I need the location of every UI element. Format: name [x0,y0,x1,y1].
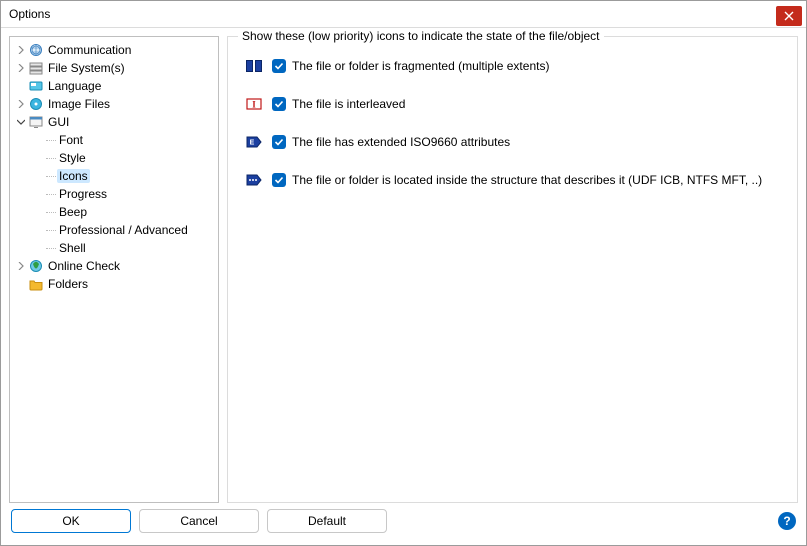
tree-label: Progress [57,187,109,201]
tree-item-imagefiles[interactable]: Image Files [12,95,216,113]
checkbox-iso9660[interactable] [272,135,286,149]
tree-label: Folders [46,277,90,291]
tree-item-onlinecheck[interactable]: Online Check [12,257,216,275]
svg-text:E: E [250,140,255,147]
titlebar: Options [1,1,806,28]
option-inside-structure: The file or folder is located inside the… [246,173,787,187]
tree-label: Font [57,133,85,147]
tree-label: Communication [46,43,133,57]
tree-item-style[interactable]: Style [12,149,216,167]
tree-item-professional-advanced[interactable]: Professional / Advanced [12,221,216,239]
imagefiles-icon [28,96,44,112]
tree-label: Image Files [46,97,112,111]
tree-label: Style [57,151,88,165]
onlinecheck-icon [28,258,44,274]
dialog-button-bar: OK Cancel Default ? [1,503,806,545]
tree-label: Professional / Advanced [57,223,190,237]
option-label: The file or folder is fragmented (multip… [292,59,549,73]
svg-text:I: I [252,100,256,110]
option-interleaved: I The file is interleaved [246,97,787,111]
ok-button[interactable]: OK [11,509,131,533]
chevron-right-icon[interactable] [14,43,28,57]
option-fragmented: The file or folder is fragmented (multip… [246,59,787,73]
checkbox-fragmented[interactable] [272,59,286,73]
tree-item-font[interactable]: Font [12,131,216,149]
tree-label: Online Check [46,259,122,273]
tree-label: File System(s) [46,61,127,75]
chevron-right-icon[interactable] [14,61,28,75]
checkbox-inside-structure[interactable] [272,173,286,187]
tree-item-language[interactable]: Language [12,77,216,95]
close-button[interactable] [776,6,802,26]
tree-item-icons[interactable]: Icons [12,167,216,185]
navigation-tree[interactable]: Communication File System(s) Language Im… [9,36,219,503]
option-iso9660: E The file has extended ISO9660 attribut… [246,135,787,149]
inside-structure-icon [246,173,262,187]
tree-item-beep[interactable]: Beep [12,203,216,221]
chevron-right-icon[interactable] [14,97,28,111]
gui-icon [28,114,44,130]
tree-label: GUI [46,115,71,129]
tree-item-filesystems[interactable]: File System(s) [12,59,216,77]
interleaved-icon: I [246,97,262,111]
iso9660-icon: E [246,135,262,149]
option-label: The file or folder is located inside the… [292,173,762,187]
window-title: Options [9,7,50,21]
cancel-button[interactable]: Cancel [139,509,259,533]
default-button[interactable]: Default [267,509,387,533]
filesystem-icon [28,60,44,76]
option-label: The file is interleaved [292,97,405,111]
chevron-right-icon[interactable] [14,259,28,273]
option-label: The file has extended ISO9660 attributes [292,135,510,149]
tree-item-shell[interactable]: Shell [12,239,216,257]
folder-icon [28,276,44,292]
fragmented-icon [246,59,262,73]
tree-item-progress[interactable]: Progress [12,185,216,203]
close-icon [784,11,794,21]
tree-label: Beep [57,205,89,219]
language-icon [28,78,44,94]
checkbox-interleaved[interactable] [272,97,286,111]
help-button[interactable]: ? [778,512,796,530]
group-legend: Show these (low priority) icons to indic… [238,29,604,43]
tree-label: Icons [57,169,90,183]
tree-label: Shell [57,241,88,255]
chevron-down-icon[interactable] [14,115,28,129]
tree-item-folders[interactable]: Folders [12,275,216,293]
tree-label: Language [46,79,103,93]
tree-item-communication[interactable]: Communication [12,41,216,59]
icons-options-group: Show these (low priority) icons to indic… [227,36,798,503]
tree-item-gui[interactable]: GUI [12,113,216,131]
communication-icon [28,42,44,58]
